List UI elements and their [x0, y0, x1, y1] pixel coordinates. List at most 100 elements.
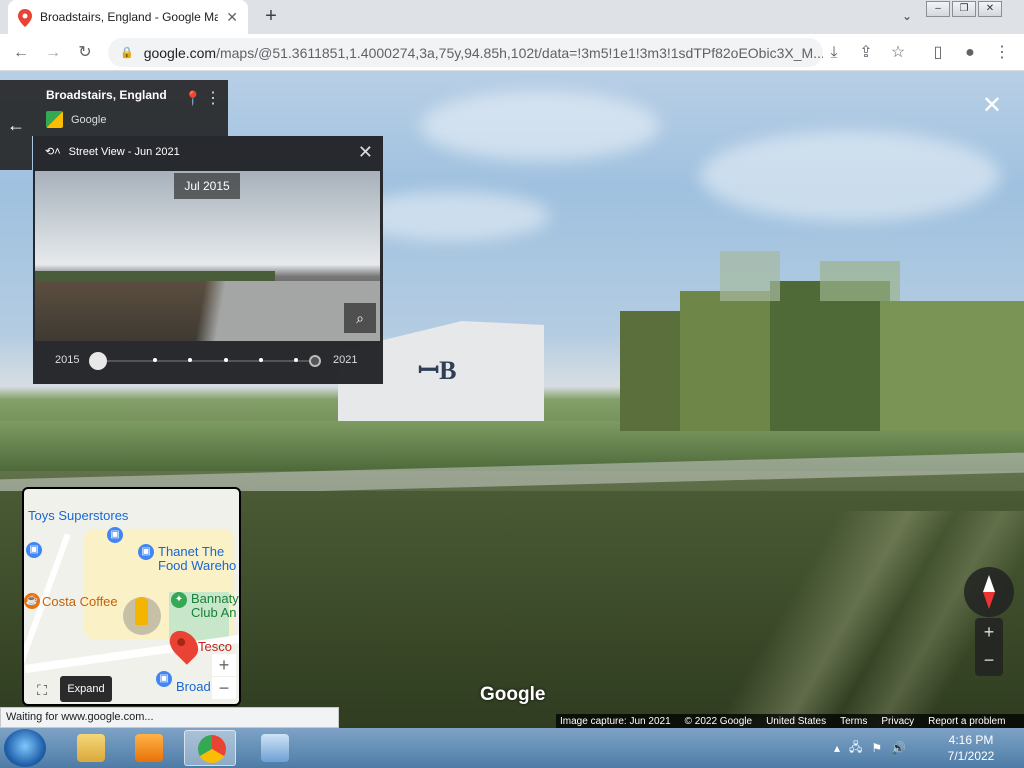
mini-map[interactable]: Toys Superstores ▣ ▣ ▣ Thanet The Food W…	[22, 487, 241, 706]
region-link[interactable]: United States	[766, 716, 826, 727]
address-bar[interactable]: 🔒 google.com/maps/@51.3611851,1.4000274,…	[108, 38, 823, 67]
media-player-icon	[135, 734, 163, 762]
street-view-zoom-controls: + −	[975, 618, 1003, 676]
action-center-icon[interactable]: ⚑	[871, 741, 882, 755]
new-tab-button[interactable]: +	[260, 4, 282, 28]
poi-toys-label[interactable]: Toys Superstores	[28, 508, 128, 523]
street-view-footer: Image capture: Jun 2021 © 2022 Google Un…	[556, 714, 1024, 728]
browser-status-bubble: Waiting for www.google.com...	[0, 707, 339, 728]
tab-google-maps[interactable]: Broadstairs, England - Google Maps ✕	[8, 0, 248, 34]
shopping-bag-icon[interactable]: ▣	[26, 542, 42, 558]
minimize-button[interactable]: –	[926, 1, 950, 17]
zoom-out-button[interactable]: −	[975, 646, 1003, 674]
terms-link[interactable]: Terms	[840, 716, 867, 727]
browser-tabstrip: Broadstairs, England - Google Maps ✕ + ⌄…	[0, 0, 1024, 34]
back-arrow-icon[interactable]: ←	[8, 40, 34, 66]
privacy-link[interactable]: Privacy	[881, 716, 914, 727]
timeline-end-marker[interactable]	[309, 355, 321, 367]
time-travel-header[interactable]: ⟲˄ Street View - Jun 2021	[45, 145, 180, 159]
poi-food-label[interactable]: Food Wareho	[158, 558, 236, 573]
close-street-view-icon[interactable]: ✕	[982, 91, 1002, 120]
lock-icon[interactable]: 🔒	[120, 46, 134, 59]
timeline-tick[interactable]	[294, 358, 298, 362]
network-icon[interactable]: 🖧	[849, 738, 862, 759]
report-problem-link[interactable]: Report a problem	[928, 716, 1005, 727]
compass-needle	[983, 575, 995, 609]
poi-club-label[interactable]: Club An	[191, 605, 237, 620]
file-explorer-task[interactable]	[64, 730, 116, 766]
side-panel-icon[interactable]: ▯	[925, 40, 951, 66]
timeline-end-year: 2021	[333, 354, 358, 366]
shopping-bag-icon[interactable]: ▣	[107, 527, 123, 543]
pegman-icon[interactable]	[123, 597, 161, 635]
share-icon[interactable]: ⇪	[853, 40, 879, 66]
restore-button[interactable]: ❐	[952, 1, 976, 17]
image-capture-date: Image capture: Jun 2021	[560, 715, 671, 727]
timeline-knob[interactable]	[89, 352, 107, 370]
location-source: Google	[46, 111, 228, 128]
poi-thanet-label[interactable]: Thanet The	[158, 544, 224, 559]
copyright-text: © 2022 Google	[684, 715, 753, 727]
windows-taskbar: ▴ 🖧 ⚑ 🔊 4:16 PM 7/1/2022	[0, 728, 1024, 768]
timeline-start-year: 2015	[55, 354, 80, 366]
building-sign: ꟷB	[418, 356, 457, 385]
tab-title: Broadstairs, England - Google Maps	[40, 10, 219, 24]
tab-search-icon[interactable]: ⌄	[902, 9, 912, 23]
window-close-button[interactable]: ✕	[978, 1, 1002, 17]
forward-arrow-icon[interactable]: →	[40, 40, 66, 66]
clock-time: 4:16 PM	[948, 733, 994, 747]
shopping-bag-icon[interactable]: ▣	[138, 544, 154, 560]
chrome-icon	[198, 735, 226, 763]
time-travel-close-icon[interactable]: ✕	[358, 142, 373, 163]
minimap-zoom-out-button[interactable]: −	[212, 677, 236, 699]
shopping-bag-icon[interactable]: ▣	[156, 671, 172, 687]
timeline-tick[interactable]	[259, 358, 263, 362]
system-clock[interactable]: 4:16 PM 7/1/2022	[936, 732, 1006, 764]
minimap-zoom-in-button[interactable]: +	[212, 654, 236, 676]
thumbnail-zoom-icon[interactable]: ⌕	[344, 303, 376, 333]
back-to-map-button[interactable]: ←	[0, 80, 32, 170]
timeline-tick[interactable]	[188, 358, 192, 362]
location-card: Broadstairs, England Google	[32, 80, 228, 136]
expand-tooltip: Expand	[60, 676, 112, 702]
start-button[interactable]	[4, 729, 46, 767]
install-icon[interactable]: ⤓	[821, 40, 847, 66]
google-photos-icon	[46, 111, 63, 128]
bookmark-star-icon[interactable]: ☆	[885, 40, 911, 66]
show-hidden-icons-icon[interactable]: ▴	[834, 741, 840, 755]
reload-icon[interactable]: ↻	[72, 40, 98, 66]
poi-costa-label[interactable]: Costa Coffee	[42, 594, 118, 609]
source-label: Google	[71, 113, 107, 126]
control-panel-task[interactable]	[248, 730, 300, 766]
url-text: google.com/maps/@51.3611851,1.4000274,3a…	[143, 44, 823, 61]
more-options-icon[interactable]: ⋮	[205, 88, 221, 108]
expand-map-icon[interactable]: ⛶	[28, 676, 56, 704]
profile-avatar-icon[interactable]: ●	[957, 40, 983, 66]
tab-close-icon[interactable]: ✕	[226, 9, 238, 26]
timeline-slider[interactable]: 2015 2021	[53, 350, 365, 372]
browser-menu-icon[interactable]: ⋮	[989, 40, 1015, 66]
zoom-in-button[interactable]: +	[975, 618, 1003, 646]
location-pin-icon[interactable]: 📍	[184, 90, 201, 107]
timeline-tick[interactable]	[224, 358, 228, 362]
coffee-cup-icon[interactable]: ☕	[24, 593, 40, 609]
poi-bannatyne-label[interactable]: Bannaty	[191, 591, 239, 606]
volume-icon[interactable]: 🔊	[891, 741, 906, 755]
thumbnail-date-label: Jul 2015	[174, 173, 240, 199]
poi-broad-label[interactable]: Broad	[176, 679, 211, 694]
folder-icon	[77, 734, 105, 762]
compass-icon[interactable]	[964, 567, 1014, 617]
media-player-task[interactable]	[122, 730, 174, 766]
time-travel-title: Street View - Jun 2021	[68, 145, 180, 158]
cloud	[700, 131, 1000, 221]
chrome-task[interactable]	[184, 730, 236, 766]
timeline-tick[interactable]	[153, 358, 157, 362]
window-controls: – ❐ ✕	[926, 1, 1002, 17]
cloud	[420, 91, 660, 161]
timeline-track[interactable]	[95, 360, 321, 362]
gym-icon[interactable]: ✦	[171, 592, 187, 608]
history-icon: ⟲˄	[45, 146, 61, 158]
poi-tesco-label[interactable]: Tesco	[198, 639, 232, 654]
control-panel-icon	[261, 734, 289, 762]
clock-date: 7/1/2022	[947, 749, 995, 763]
